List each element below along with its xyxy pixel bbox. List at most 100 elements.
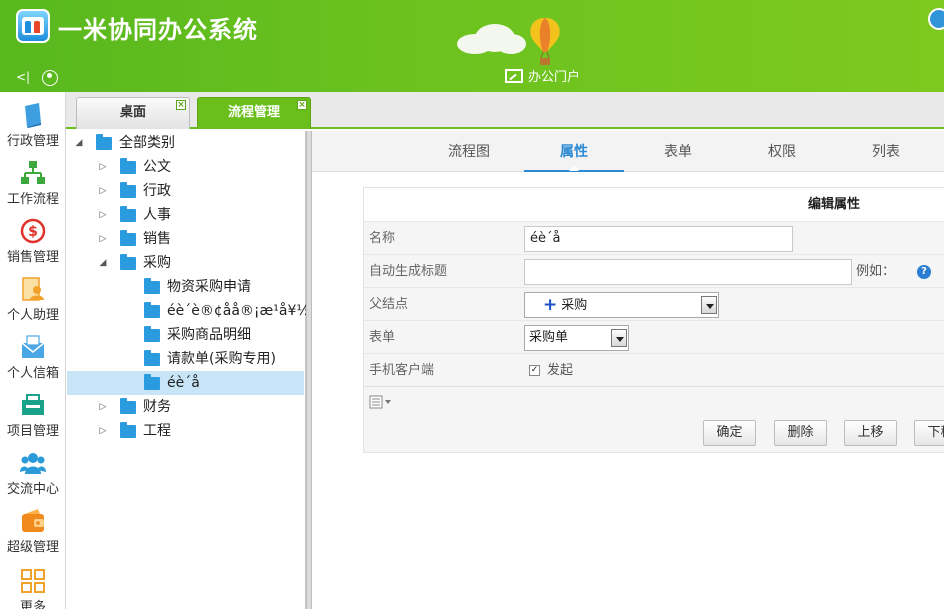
close-icon[interactable]: × bbox=[297, 100, 307, 110]
name-input[interactable]: éè´å bbox=[524, 226, 793, 252]
form-label: 表单 bbox=[369, 330, 396, 345]
delete-button[interactable]: 删除 bbox=[774, 420, 827, 446]
form-value: 采购单 bbox=[529, 330, 569, 345]
collapsed-arrow-icon[interactable]: ▷ bbox=[97, 203, 109, 227]
collapsed-arrow-icon[interactable]: ▷ bbox=[97, 179, 109, 203]
nav-item-mailbox[interactable]: 个人信箱 bbox=[0, 334, 66, 381]
move-down-button[interactable]: 下移 bbox=[914, 420, 944, 446]
collapsed-arrow-icon[interactable]: ▷ bbox=[97, 227, 109, 251]
name-label: 名称 bbox=[369, 231, 396, 246]
tab-bar: 桌面 × 流程管理 × bbox=[66, 92, 944, 129]
list-menu-icon[interactable] bbox=[369, 395, 395, 409]
form-row-parent: 父结点 + 采购 bbox=[364, 288, 944, 321]
tree-item-label: éè´è®¢åå®¡æ¹å¥½ bbox=[167, 303, 310, 319]
app-title: 一米协同办公系统 bbox=[58, 16, 258, 44]
tab-form[interactable]: 表单 bbox=[632, 131, 724, 172]
action-buttons: 确定 删除 上移 下移 bbox=[364, 415, 944, 454]
chevron-down-icon[interactable] bbox=[611, 329, 627, 347]
book-icon bbox=[25, 103, 41, 128]
nav-item-label: 更多 bbox=[19, 600, 46, 609]
dollar-icon: $ bbox=[20, 218, 46, 244]
tree-item-label: 全部类别 bbox=[119, 135, 175, 151]
tree-item-label: 销售 bbox=[143, 231, 171, 247]
tree-item-label: 请款单(采购专用) bbox=[167, 351, 276, 367]
confirm-button[interactable]: 确定 bbox=[703, 420, 756, 446]
tree-item-selected[interactable]: éè´å bbox=[67, 371, 304, 395]
collapsed-arrow-icon[interactable]: ▷ bbox=[97, 155, 109, 179]
close-icon[interactable]: × bbox=[176, 100, 186, 110]
user-icon[interactable] bbox=[42, 70, 58, 86]
collapse-sidebar-button[interactable]: <| bbox=[16, 70, 30, 84]
nav-item-super-admin[interactable]: 超级管理 bbox=[0, 508, 66, 555]
tree-item-label: 采购 bbox=[143, 255, 171, 271]
collapsed-arrow-icon[interactable]: ▷ bbox=[97, 395, 109, 419]
office-portal-link[interactable]: 办公门户 bbox=[505, 66, 580, 85]
monitor-icon bbox=[505, 68, 523, 83]
nav-item-communication[interactable]: 交流中心 bbox=[0, 450, 66, 497]
nav-item-sales[interactable]: $ 销售管理 bbox=[0, 218, 66, 265]
tree-item[interactable]: ▷ 财务 bbox=[67, 395, 304, 419]
tree-item[interactable]: ▷ 公文 bbox=[67, 155, 304, 179]
collapsed-arrow-icon[interactable]: ▷ bbox=[97, 419, 109, 443]
tree-item-all[interactable]: ◢ 全部类别 bbox=[67, 131, 304, 155]
grid-icon bbox=[21, 569, 45, 593]
nav-item-label: 销售管理 bbox=[6, 250, 59, 265]
tree-item[interactable]: ▷ 人事 bbox=[67, 203, 304, 227]
tree-item[interactable]: ◢ 采购 bbox=[67, 251, 304, 275]
help-icon[interactable]: ? bbox=[917, 265, 931, 279]
account-avatar-icon[interactable] bbox=[928, 8, 944, 30]
folder-icon bbox=[120, 254, 136, 270]
tab-desktop[interactable]: 桌面 × bbox=[76, 97, 190, 129]
org-chart-icon bbox=[21, 161, 45, 184]
mobile-label: 手机客户端 bbox=[369, 363, 435, 378]
tree-item-label: 工程 bbox=[143, 423, 171, 439]
tree-item[interactable]: 采购商品明细 bbox=[67, 323, 304, 347]
folder-icon bbox=[144, 350, 160, 366]
tab-flowchart[interactable]: 流程图 bbox=[423, 131, 515, 172]
tab-list[interactable]: 列表 bbox=[840, 131, 932, 172]
tree-item[interactable]: éè´è®¢åå®¡æ¹å¥½ bbox=[67, 299, 310, 323]
form-row-mobile: 手机客户端 ✓ 发起 bbox=[364, 354, 944, 387]
expanded-arrow-icon[interactable]: ◢ bbox=[73, 131, 85, 155]
autotitle-input[interactable] bbox=[524, 259, 852, 285]
nav-item-workflow[interactable]: 工作流程 bbox=[0, 160, 66, 207]
nav-item-label: 个人信箱 bbox=[6, 366, 59, 381]
plus-icon: + bbox=[543, 295, 558, 315]
folder-icon bbox=[120, 398, 136, 414]
form-select[interactable]: 采购单 bbox=[524, 325, 629, 351]
nav-item-admin[interactable]: 行政管理 bbox=[0, 102, 66, 149]
parent-value: 采购 bbox=[561, 298, 588, 313]
move-up-button[interactable]: 上移 bbox=[844, 420, 897, 446]
tree-item[interactable]: 请款单(采购专用) bbox=[67, 347, 304, 371]
chevron-down-icon[interactable] bbox=[701, 296, 717, 314]
wallet-icon bbox=[22, 509, 44, 532]
assistant-icon bbox=[22, 277, 44, 301]
tab-properties[interactable]: 属性 bbox=[524, 131, 624, 172]
nav-item-label: 个人助理 bbox=[6, 308, 59, 323]
hot-air-balloon-icon bbox=[530, 18, 560, 65]
tree-item[interactable]: ▷ 工程 bbox=[67, 419, 304, 443]
folder-icon bbox=[120, 182, 136, 198]
mailbox-icon bbox=[21, 335, 45, 358]
nav-item-project[interactable]: 项目管理 bbox=[0, 392, 66, 439]
nav-item-more[interactable]: 更多 bbox=[0, 568, 66, 609]
tab-label: 流程管理 bbox=[227, 105, 280, 120]
nav-item-assistant[interactable]: 个人助理 bbox=[0, 276, 66, 323]
folder-icon bbox=[120, 158, 136, 174]
nav-item-label: 行政管理 bbox=[6, 134, 59, 149]
svg-text:$: $ bbox=[28, 224, 38, 240]
tree-item[interactable]: 物资采购申请 bbox=[67, 275, 304, 299]
folder-icon bbox=[144, 302, 160, 318]
parent-select[interactable]: + 采购 bbox=[524, 292, 719, 318]
project-icon bbox=[22, 394, 44, 415]
initiate-label: 发起 bbox=[547, 363, 574, 378]
initiate-checkbox[interactable]: ✓ bbox=[529, 365, 540, 376]
tree-item[interactable]: ▷ 行政 bbox=[67, 179, 304, 203]
expanded-arrow-icon[interactable]: ◢ bbox=[97, 251, 109, 275]
tab-process-management[interactable]: 流程管理 × bbox=[197, 97, 311, 129]
parent-label: 父结点 bbox=[369, 297, 409, 312]
tab-permissions[interactable]: 权限 bbox=[736, 131, 828, 172]
tree-item[interactable]: ▷ 销售 bbox=[67, 227, 304, 251]
left-nav: 行政管理 工作流程 $ 销售管理 个人助理 个人信箱 项目管理 交流中心 超级管… bbox=[0, 92, 66, 609]
app-header: 一米协同办公系统 <| 办公门户 bbox=[0, 0, 944, 92]
